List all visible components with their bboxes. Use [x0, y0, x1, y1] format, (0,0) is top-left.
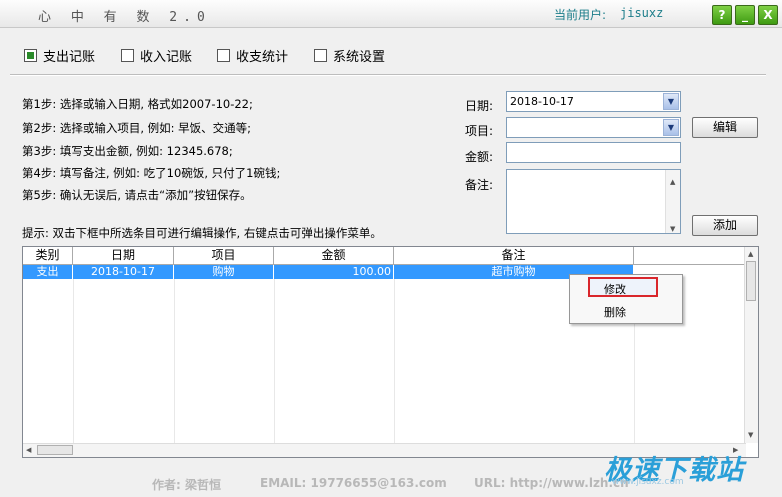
step-2: 第2步: 选择或输入项目, 例如: 早饭、交通等; — [22, 121, 252, 135]
context-menu: 修改 删除 — [569, 274, 683, 324]
tab-expense[interactable]: 支出记账 — [24, 46, 95, 65]
chevron-down-icon[interactable]: ▼ — [663, 93, 679, 110]
amount-input[interactable] — [506, 142, 681, 163]
title-bar: 心 中 有 数 2.0 当前用户: jisuxz ? _ X — [0, 0, 782, 28]
step-1: 第1步: 选择或输入日期, 格式如2007-10-22; — [22, 97, 253, 111]
scroll-thumb[interactable] — [746, 261, 756, 301]
divider — [10, 74, 766, 76]
minimize-button[interactable]: _ — [735, 5, 755, 25]
help-button[interactable]: ? — [712, 5, 732, 25]
note-scrollbar[interactable]: ▲ ▼ — [665, 170, 680, 233]
hint-text: 提示: 双击下框中所选条目可进行编辑操作, 右键点击可弹出操作菜单。 — [22, 226, 382, 240]
divider — [174, 279, 175, 445]
amount-label: 金额: — [465, 150, 494, 164]
add-button[interactable]: 添加 — [692, 215, 758, 236]
watermark-url: www.jisuxz.com — [612, 477, 684, 487]
cell-amount: 100.00 — [274, 265, 394, 279]
column-header[interactable]: 金额 — [274, 247, 394, 264]
checkbox-icon[interactable] — [121, 49, 134, 62]
divider — [394, 279, 395, 445]
scroll-up-icon[interactable]: ▲ — [748, 250, 753, 258]
scroll-down-icon[interactable]: ▼ — [670, 220, 675, 239]
checkbox-icon[interactable] — [24, 49, 37, 62]
menu-item-delete[interactable]: 删除 — [604, 304, 626, 320]
item-combobox[interactable]: ▼ — [506, 117, 681, 138]
scroll-down-icon[interactable]: ▼ — [748, 431, 753, 439]
tab-settings[interactable]: 系统设置 — [314, 46, 385, 65]
menu-item-modify[interactable]: 修改 — [604, 281, 626, 297]
edit-button[interactable]: 编辑 — [692, 117, 758, 138]
tab-statistics[interactable]: 收支统计 — [217, 46, 288, 65]
footer-author: 作者: 梁哲恒 — [152, 478, 221, 492]
scroll-thumb[interactable] — [37, 445, 73, 455]
column-header[interactable]: 类别 — [23, 247, 73, 264]
column-header[interactable]: 备注 — [394, 247, 634, 264]
scroll-up-icon[interactable]: ▲ — [670, 173, 675, 192]
current-user-label: 当前用户: — [554, 8, 607, 22]
divider — [73, 279, 74, 445]
scroll-left-icon[interactable]: ◀ — [26, 446, 31, 454]
cell-item: 购物 — [174, 265, 274, 279]
divider — [274, 279, 275, 445]
step-5: 第5步: 确认无误后, 请点击“添加”按钮保存。 — [22, 188, 252, 202]
current-user-name: jisuxz — [620, 6, 664, 20]
date-label: 日期: — [465, 99, 494, 113]
column-header[interactable]: 日期 — [73, 247, 174, 264]
step-4: 第4步: 填写备注, 例如: 吃了10碗饭, 只付了1碗钱; — [22, 166, 281, 180]
tab-income[interactable]: 收入记账 — [121, 46, 192, 65]
app-title: 心 中 有 数 2.0 — [38, 10, 211, 25]
note-textarea[interactable]: ▲ ▼ — [506, 169, 681, 234]
table-row[interactable]: 支出 2018-10-17 购物 100.00 超市购物 — [23, 265, 634, 279]
checkbox-icon[interactable] — [314, 49, 327, 62]
column-header[interactable]: 项目 — [174, 247, 274, 264]
date-combobox[interactable]: 2018-10-17 ▼ — [506, 91, 681, 112]
cell-date: 2018-10-17 — [73, 265, 174, 279]
note-label: 备注: — [465, 178, 494, 192]
close-button[interactable]: X — [758, 5, 778, 25]
table-header: 类别 日期 项目 金额 备注 — [23, 247, 746, 265]
vertical-scrollbar[interactable]: ▲ ▼ — [744, 247, 758, 443]
cell-category: 支出 — [23, 265, 73, 279]
item-label: 项目: — [465, 124, 494, 138]
footer-email: EMAIL: 19776655@163.com — [260, 476, 447, 490]
step-3: 第3步: 填写支出金额, 例如: 12345.678; — [22, 144, 233, 158]
checkbox-icon[interactable] — [217, 49, 230, 62]
chevron-down-icon[interactable]: ▼ — [663, 119, 679, 136]
